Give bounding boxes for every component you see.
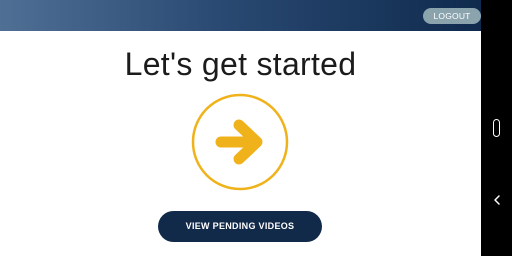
arrow-right-icon xyxy=(191,93,289,191)
header-bar: LOGOUT xyxy=(0,0,481,31)
view-pending-videos-button[interactable]: VIEW PENDING VIDEOS xyxy=(158,211,322,242)
screen: LOGOUT Let's get started VIEW PENDING VI… xyxy=(0,0,512,256)
system-nav-bar xyxy=(481,0,512,256)
page-title: Let's get started xyxy=(124,46,357,82)
chevron-left-icon[interactable] xyxy=(491,192,503,208)
get-started-button[interactable] xyxy=(191,93,289,191)
app-content: LOGOUT Let's get started VIEW PENDING VI… xyxy=(0,0,481,256)
logout-button[interactable]: LOGOUT xyxy=(423,8,481,24)
home-pill-icon[interactable] xyxy=(493,119,500,137)
